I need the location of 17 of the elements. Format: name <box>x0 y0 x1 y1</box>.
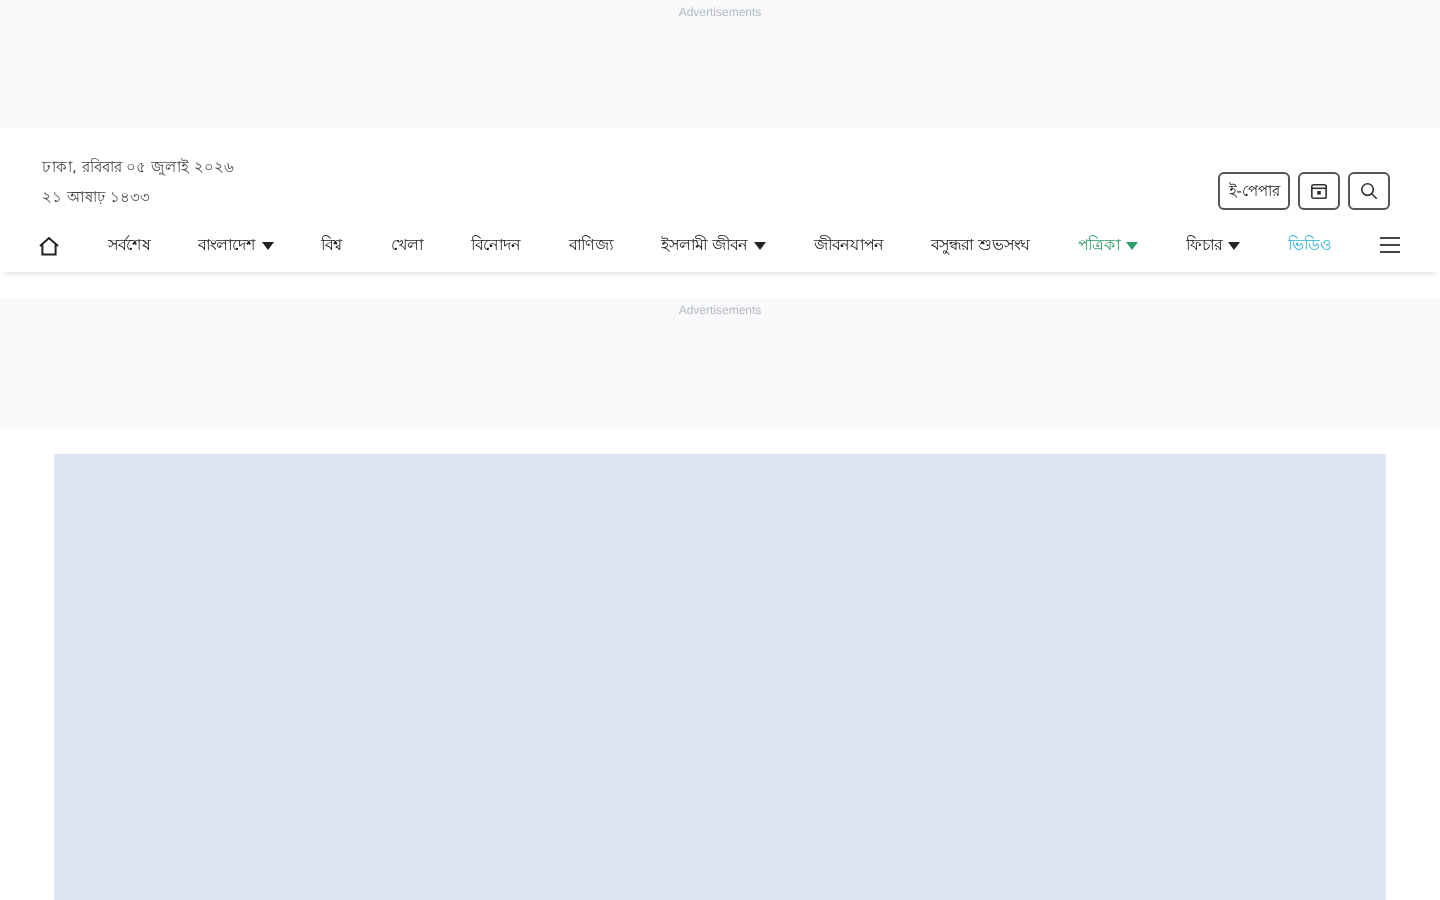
nav-item[interactable]: বাণিজ্য <box>568 232 613 258</box>
menu-icon[interactable] <box>1379 236 1400 254</box>
calendar-icon <box>1310 182 1328 200</box>
nav-item[interactable]: সর্বশেষ <box>107 232 150 258</box>
calendar-button[interactable] <box>1298 172 1340 210</box>
nav-item[interactable]: জীবনযাপন <box>813 232 884 258</box>
search-button[interactable] <box>1348 172 1390 210</box>
nav-item[interactable]: খেলা <box>391 232 424 258</box>
nav-item[interactable]: ইসলামী জীবন <box>660 232 766 258</box>
nav-item[interactable]: বাংলাদেশ <box>197 232 274 258</box>
nav-item[interactable]: বিশ্ব <box>321 232 344 258</box>
nav-item[interactable]: বসুন্ধরা শুভসংঘ <box>931 232 1031 258</box>
nav-item[interactable]: ফিচার <box>1186 232 1241 258</box>
nav-item[interactable]: পত্রিকা <box>1078 232 1139 258</box>
nav-item[interactable]: বিনোদন <box>471 232 522 258</box>
home-icon[interactable] <box>38 235 60 255</box>
search-icon <box>1360 182 1378 200</box>
